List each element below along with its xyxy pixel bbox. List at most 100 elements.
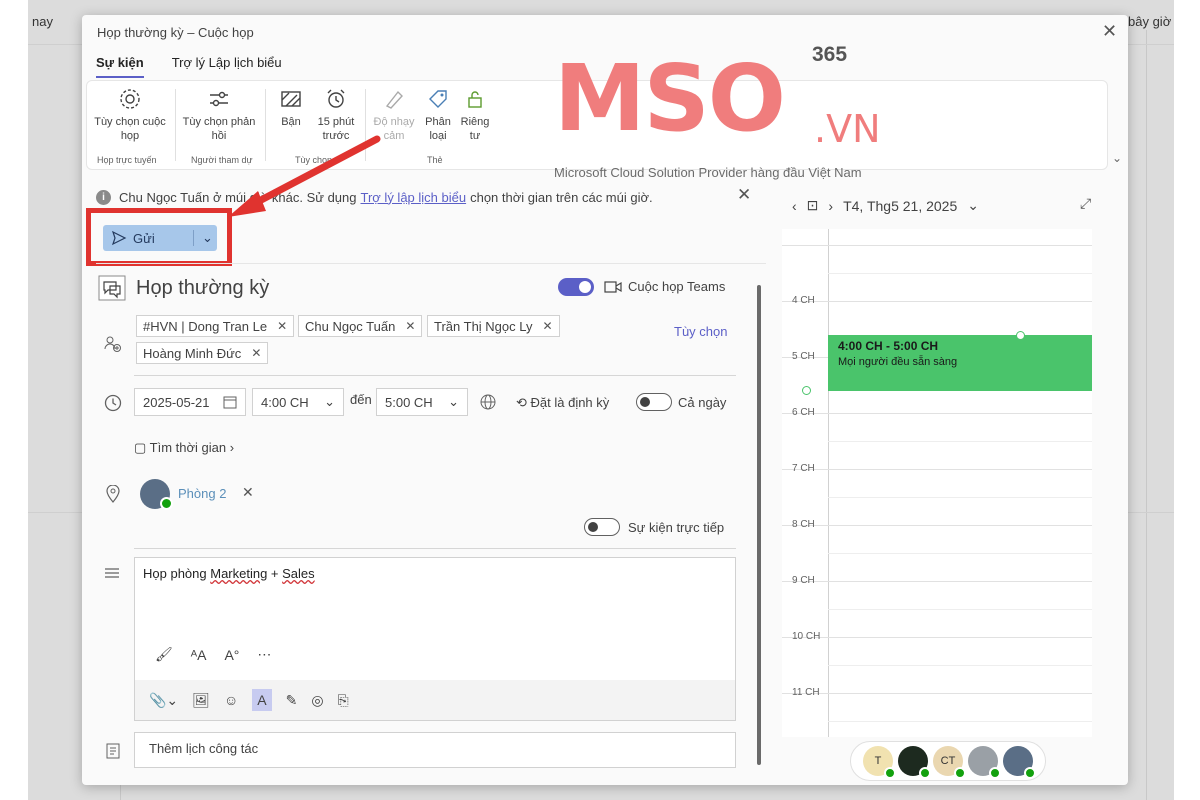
private-button[interactable]: Riêng tư [457, 87, 493, 143]
previous-day-icon[interactable]: ‹ [792, 198, 797, 214]
room-avatar[interactable] [1003, 746, 1036, 779]
half-hour-line [828, 721, 1092, 722]
ribbon-expand-icon[interactable]: ⌄ [1112, 151, 1122, 165]
insert-file-icon[interactable]: ⎘ [338, 692, 349, 709]
calendar-date-label[interactable]: T4, Thg5 21, 2025 [843, 198, 957, 214]
signature-icon[interactable]: ✎ [286, 692, 298, 709]
location-icon [106, 485, 120, 503]
attendee-chip[interactable]: Trần Thị Ngọc Ly ✕ [427, 315, 560, 337]
calendar-hour-column-line [828, 229, 829, 737]
next-day-icon[interactable]: › [828, 198, 833, 214]
to-label: đến [350, 392, 372, 407]
event-resize-handle[interactable] [1016, 331, 1025, 340]
field-divider [134, 548, 736, 549]
send-options-chevron-icon[interactable]: ⌄ [202, 230, 213, 246]
calendar-event-block[interactable]: 4:00 CH - 5:00 CH Mọi người đều sẵn sàng [828, 335, 1092, 391]
attendee-name: #HVN | Dong Tran Le [143, 318, 268, 334]
start-time-select[interactable]: 4:00 CH ⌄ [252, 388, 344, 416]
image-icon[interactable]: 🖼 [192, 692, 210, 709]
categorize-label: Phân loại [425, 116, 451, 142]
expand-icon[interactable]: ⤢ [1080, 195, 1091, 212]
event-title-input[interactable]: Họp thường kỳ [136, 277, 269, 300]
send-icon [111, 230, 127, 246]
body-text-segment: Sales [282, 566, 315, 581]
day-calendar-pane: ‹ ⊡ › T4, Thg5 21, 2025 ⌄ ⤢ 4 CH 5 CH 6 … [782, 183, 1102, 783]
remove-attendee-icon[interactable]: ✕ [277, 319, 287, 333]
tab-scheduling-assistant[interactable]: Trợ lý Lập lịch biểu [172, 55, 282, 78]
send-button[interactable]: Gửi ⌄ [103, 225, 217, 251]
busy-button[interactable]: Bận Tùy chọn [273, 87, 332, 165]
loop-icon[interactable]: ◎ [311, 692, 323, 709]
busy-label: Bận [281, 116, 301, 128]
remove-attendee-icon[interactable]: ✕ [251, 346, 261, 360]
attendee-chip[interactable]: #HVN | Dong Tran Le ✕ [136, 315, 295, 337]
calendar-header: ‹ ⊡ › T4, Thg5 21, 2025 ⌄ [792, 197, 979, 214]
hour-line [782, 581, 1092, 582]
find-time-button[interactable]: ▢ Tìm thời gian › [134, 440, 234, 456]
live-event-toggle[interactable] [584, 518, 620, 536]
available-icon [884, 767, 896, 779]
chevron-down-icon: ⌄ [967, 197, 979, 213]
all-day-toggle[interactable] [636, 393, 672, 411]
date-value: 2025-05-21 [143, 394, 210, 410]
info-icon: i [96, 189, 111, 205]
find-time-icon: ▢ [134, 440, 150, 455]
globe-icon[interactable] [480, 394, 496, 410]
half-hour-line [828, 497, 1092, 498]
font-size-icon[interactable]: ᴬA [191, 647, 207, 663]
more-options-icon[interactable]: ⋯ [257, 646, 271, 663]
half-hour-line [828, 609, 1092, 610]
schedule-note-input[interactable]: Thêm lịch công tác [134, 732, 736, 768]
timezone-info-bar: i Chu Ngọc Tuấn ở múi giờ khác. Sử dụng … [96, 183, 762, 211]
start-time-value: 4:00 CH [261, 394, 309, 410]
live-event-label: Sự kiện trực tiếp [628, 520, 725, 535]
remove-attendee-icon[interactable]: ✕ [405, 319, 415, 333]
repeat-label: Đặt là định kỳ [530, 395, 610, 410]
format-text-icon[interactable]: A [252, 689, 272, 711]
bg-now-label: bây giờ [1128, 14, 1172, 29]
attendee-avatar[interactable] [968, 746, 1001, 779]
tab-event[interactable]: Sự kiện [96, 55, 144, 78]
form-scrollbar[interactable] [757, 285, 761, 765]
event-body-text: Họp phòng Marketing + Sales [143, 566, 315, 581]
logo-suffix: .VN [814, 107, 881, 151]
half-hour-line [828, 441, 1092, 442]
end-time-select[interactable]: 5:00 CH ⌄ [376, 388, 468, 416]
attendee-options-link[interactable]: Tùy chọn [674, 324, 727, 339]
repeat-icon: ⟲ [516, 395, 531, 410]
event-resize-handle[interactable] [802, 386, 811, 395]
emoji-icon[interactable]: ☺ [224, 692, 238, 708]
attendee-avatar[interactable]: T [863, 746, 896, 779]
attendee-avatar[interactable]: CT [933, 746, 966, 779]
close-dialog-button[interactable]: ✕ [1102, 21, 1117, 42]
tag-icon [429, 90, 447, 108]
text-style-icon[interactable]: A° [224, 647, 239, 663]
private-label: Riêng tư [460, 116, 490, 142]
remove-attendee-icon[interactable]: ✕ [543, 319, 553, 333]
attendees-icon [104, 336, 121, 352]
close-info-icon[interactable]: ✕ [737, 185, 751, 205]
date-picker[interactable]: 2025-05-21 [134, 388, 246, 416]
attendee-chip[interactable]: Chu Ngọc Tuấn ✕ [298, 315, 423, 337]
hour-line [782, 693, 1092, 694]
chevron-right-icon: › [226, 440, 235, 455]
sliders-icon [210, 91, 228, 107]
today-icon[interactable]: ⊡ [807, 197, 819, 214]
body-text-segment: Họp phòng [143, 566, 211, 581]
format-painter-icon[interactable]: 🖌 [155, 646, 173, 663]
event-body-editor[interactable]: Họp phòng Marketing + Sales 🖌 ᴬA A° ⋯ 📎⌄… [134, 557, 736, 721]
attendee-avatar[interactable] [898, 746, 931, 779]
dialog-title: Họp thường kỳ – Cuộc họp [97, 25, 254, 40]
teams-meeting-toggle[interactable] [558, 278, 594, 296]
repeat-button[interactable]: ⟲ Đặt là định kỳ [516, 395, 609, 411]
meeting-options-button[interactable]: Tùy chọn cuộc họp Họp trực tuyến [91, 87, 169, 165]
attendee-chip[interactable]: Hoàng Minh Đức ✕ [136, 342, 269, 364]
body-text-segment: Marketing [210, 566, 268, 581]
room-name[interactable]: Phòng 2 [178, 486, 226, 501]
remove-room-icon[interactable]: ✕ [242, 484, 254, 501]
half-hour-line [828, 553, 1092, 554]
attendee-availability-strip: T CT [850, 741, 1046, 781]
attendee-name: Hoàng Minh Đức [143, 345, 242, 361]
attach-icon[interactable]: 📎⌄ [149, 692, 178, 709]
categorize-button[interactable]: Phân loại Thẻ [419, 87, 457, 165]
